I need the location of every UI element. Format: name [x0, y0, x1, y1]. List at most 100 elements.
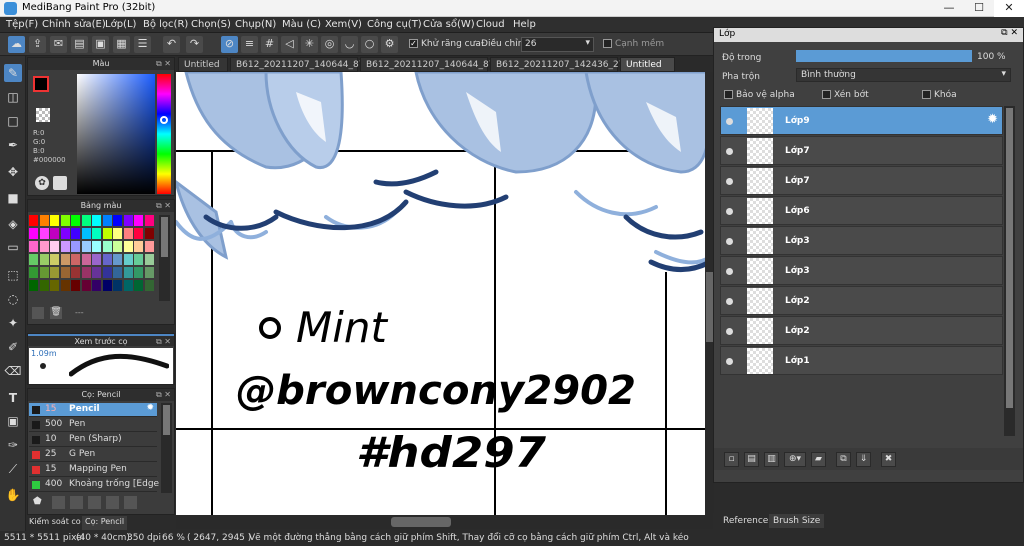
- snap-off-icon[interactable]: ⊘: [221, 36, 238, 53]
- palette-swatch[interactable]: [81, 254, 91, 265]
- share-icon[interactable]: ⇪: [29, 36, 46, 53]
- palette-swatch[interactable]: [92, 228, 101, 239]
- parallel-snap-icon[interactable]: ≡: [241, 36, 258, 53]
- curve-snap-icon[interactable]: ◡: [341, 36, 358, 53]
- palette-swatch[interactable]: [29, 241, 38, 252]
- layer-row[interactable]: Lớp3: [720, 226, 1003, 255]
- brush-item-pen[interactable]: 500 Pen: [29, 418, 157, 432]
- palette-swatch[interactable]: [71, 228, 80, 239]
- vanish-snap-icon[interactable]: ◁: [281, 36, 298, 53]
- correction-select[interactable]: 26 ▾: [521, 37, 594, 52]
- duplicate-layer-icon[interactable]: ⧉: [836, 452, 851, 467]
- palette-swatch[interactable]: [144, 215, 154, 226]
- layer-row[interactable]: Lớp1: [720, 346, 1003, 375]
- brush-item-pencil[interactable]: 15 Pencil ✹: [29, 403, 157, 417]
- redo-icon[interactable]: ↷: [186, 36, 203, 53]
- brush-add-icon[interactable]: ⬟: [33, 496, 46, 509]
- palette-swatch[interactable]: [29, 280, 38, 291]
- blend-mode-select[interactable]: Bình thường ▾: [796, 68, 1011, 82]
- palette-swatch[interactable]: [144, 267, 154, 278]
- palette-swatch[interactable]: [71, 241, 80, 252]
- palette-swatch[interactable]: [50, 280, 59, 291]
- palette-swatch[interactable]: [92, 267, 101, 278]
- select-eraser-icon[interactable]: ⌫: [4, 362, 22, 380]
- palette-swatch[interactable]: [113, 241, 122, 252]
- palette-swatch[interactable]: [134, 267, 143, 278]
- doc-tab-b612-3[interactable]: B612_20211207_142436_270.jpg: [490, 57, 647, 72]
- panel-menu-icon[interactable]: ⧉ ✕: [1001, 28, 1018, 38]
- palette-swatch[interactable]: [50, 215, 59, 226]
- hue-slider[interactable]: [157, 74, 171, 194]
- doc-tab-b612-1[interactable]: B612_20211207_140644_872.jpg: [230, 57, 387, 72]
- rect-tool-icon[interactable]: □: [4, 112, 22, 130]
- cloud-icon[interactable]: ☁: [8, 36, 25, 53]
- manuscript-icon[interactable]: ▣: [92, 36, 109, 53]
- bucket-tool-icon[interactable]: ◈: [4, 215, 22, 233]
- gear-icon[interactable]: ✹: [146, 403, 154, 413]
- palette-swatch[interactable]: [134, 241, 143, 252]
- palette-swatch[interactable]: [39, 254, 49, 265]
- brush-item-pen-sharp[interactable]: 10 Pen (Sharp): [29, 433, 157, 447]
- palette-swatch[interactable]: [102, 215, 112, 226]
- soft-edge-checkbox[interactable]: Cạnh mềm: [603, 39, 664, 49]
- palette-swatch[interactable]: [39, 228, 49, 239]
- brush-scrollbar[interactable]: [161, 403, 172, 493]
- palette-swatch[interactable]: [134, 228, 143, 239]
- palette-swatch[interactable]: [71, 267, 80, 278]
- select-tool-icon[interactable]: ⬚: [4, 266, 22, 284]
- grid-settings-icon[interactable]: ▦: [113, 36, 130, 53]
- palette-swatch[interactable]: [29, 267, 38, 278]
- palette-swatch[interactable]: [71, 254, 80, 265]
- color-wheel-icon[interactable]: ✿: [35, 176, 49, 190]
- palette-swatch[interactable]: [144, 280, 154, 291]
- layer-scrollbar[interactable]: [1004, 106, 1015, 436]
- menu-tools[interactable]: Công cụ(T): [367, 19, 422, 30]
- menu-view[interactable]: Xem(V): [325, 19, 362, 30]
- brush-delete-icon[interactable]: [124, 496, 137, 509]
- palette-swatch[interactable]: [113, 280, 122, 291]
- palette-swatch[interactable]: [92, 241, 101, 252]
- gradient-tool-icon[interactable]: ▭: [4, 238, 22, 256]
- palette-swatch[interactable]: [123, 228, 133, 239]
- brush-tool-icon[interactable]: ✎: [4, 64, 22, 82]
- undo-icon[interactable]: ↶: [163, 36, 180, 53]
- palette-swatch[interactable]: [102, 228, 112, 239]
- brush-duplicate-icon[interactable]: [70, 496, 83, 509]
- add-layer-menu-icon[interactable]: ⊕▾: [784, 452, 806, 467]
- eye-icon[interactable]: [726, 358, 733, 365]
- drawing-canvas[interactable]: Mint @browncony2902 #hd297: [176, 72, 710, 515]
- eye-icon[interactable]: [726, 148, 733, 155]
- text-tool-icon[interactable]: T: [4, 389, 22, 407]
- canvas-horizontal-scrollbar[interactable]: [176, 515, 714, 529]
- doc-tab-b612-2[interactable]: B612_20211207_140644_872.jpg: [360, 57, 517, 72]
- palette-swatch[interactable]: [60, 280, 70, 291]
- clipping-checkbox[interactable]: Xén bớt: [822, 90, 869, 100]
- lasso-tool-icon[interactable]: ◌: [4, 290, 22, 308]
- palette-swatch[interactable]: [123, 254, 133, 265]
- select-pen-icon[interactable]: ✐: [4, 338, 22, 356]
- palette-swatch[interactable]: [113, 215, 122, 226]
- new-halftone-layer-icon[interactable]: ▤: [744, 452, 759, 467]
- palette-scrollbar[interactable]: [159, 215, 170, 301]
- palette-swatch[interactable]: [29, 228, 38, 239]
- palette-swatch[interactable]: [113, 228, 122, 239]
- circle-snap-icon[interactable]: ◎: [321, 36, 338, 53]
- palette-swatch[interactable]: [123, 267, 133, 278]
- brush-item-mapping-pen[interactable]: 15 Mapping Pen: [29, 463, 157, 477]
- menu-color[interactable]: Màu (C): [282, 19, 321, 30]
- palette-swatch[interactable]: [144, 228, 154, 239]
- tab-reference[interactable]: Reference: [723, 516, 768, 526]
- palette-swatch[interactable]: [39, 241, 49, 252]
- eye-icon[interactable]: [726, 328, 733, 335]
- palette-swatch[interactable]: [29, 215, 38, 226]
- palette-swatch[interactable]: [144, 254, 154, 265]
- opacity-slider[interactable]: [796, 50, 972, 62]
- lock-checkbox[interactable]: Khóa: [922, 90, 957, 100]
- close-button[interactable]: ✕: [994, 0, 1024, 17]
- doc-tab-untitled-active[interactable]: Untitled: [620, 57, 675, 72]
- eye-icon[interactable]: [726, 208, 733, 215]
- palette-swatch[interactable]: [60, 241, 70, 252]
- eye-icon[interactable]: [726, 298, 733, 305]
- comment-icon[interactable]: ✉: [50, 36, 67, 53]
- delete-palette-icon[interactable]: 🗑: [50, 307, 62, 319]
